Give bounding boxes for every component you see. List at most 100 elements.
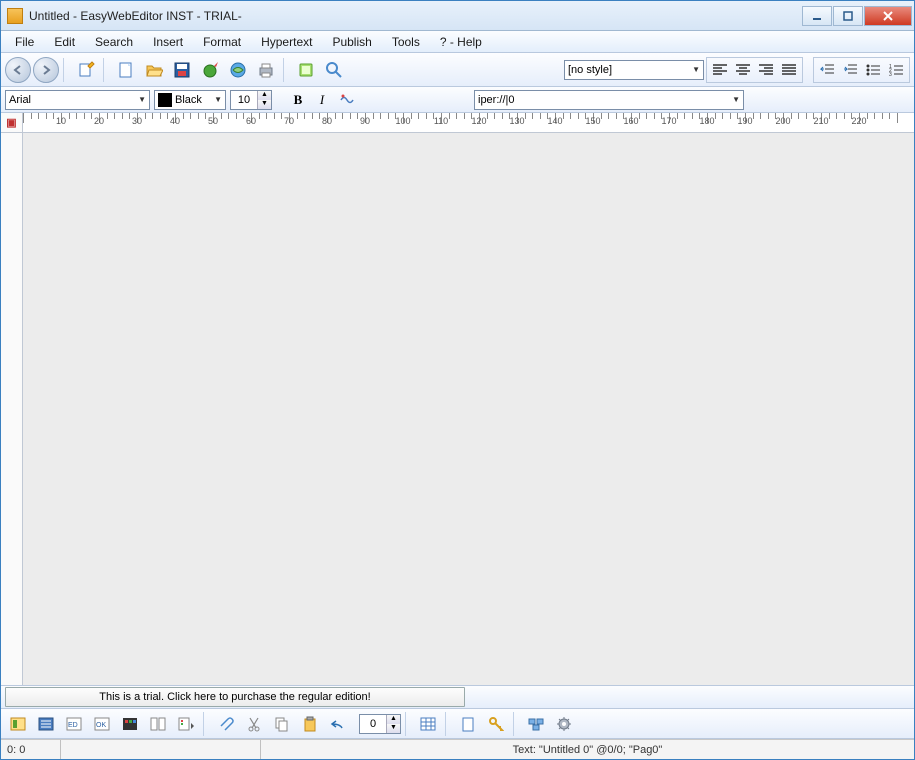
window-title: Untitled - EasyWebEditor INST - TRIAL- bbox=[29, 9, 801, 23]
menubar: File Edit Search Insert Format Hypertext… bbox=[1, 31, 914, 53]
minimize-button[interactable] bbox=[802, 6, 832, 26]
menu-help[interactable]: ? - Help bbox=[432, 33, 490, 51]
font-dropdown[interactable]: Arial ▼ bbox=[5, 90, 150, 110]
toolbar-bottom: ED OK ▲ ▼ bbox=[1, 709, 914, 739]
page-number-input[interactable] bbox=[360, 718, 386, 730]
font-color-dropdown[interactable]: Black ▼ bbox=[154, 90, 226, 110]
stepper-down[interactable]: ▼ bbox=[257, 100, 271, 109]
url-value: iper://|0 bbox=[478, 94, 515, 106]
publish-button[interactable] bbox=[197, 57, 223, 83]
preview-button[interactable] bbox=[225, 57, 251, 83]
close-button[interactable] bbox=[864, 6, 912, 26]
key-button[interactable] bbox=[483, 711, 509, 737]
italic-button[interactable]: I bbox=[312, 90, 332, 110]
font-value: Arial bbox=[9, 94, 31, 106]
table-button[interactable] bbox=[415, 711, 441, 737]
dropdown-arrow-icon: ▼ bbox=[692, 65, 700, 74]
open-button[interactable] bbox=[141, 57, 167, 83]
settings-button[interactable] bbox=[551, 711, 577, 737]
menu-tools[interactable]: Tools bbox=[384, 33, 428, 51]
separator bbox=[283, 58, 289, 82]
cut-button[interactable] bbox=[241, 711, 267, 737]
menu-file[interactable]: File bbox=[7, 33, 42, 51]
color-swatch bbox=[158, 93, 172, 107]
edit-page-button[interactable] bbox=[73, 57, 99, 83]
separator bbox=[63, 58, 69, 82]
view-page-button[interactable] bbox=[5, 711, 31, 737]
align-center-button[interactable] bbox=[732, 59, 754, 81]
ruler-toggle[interactable]: ▣ bbox=[1, 113, 23, 132]
menu-insert[interactable]: Insert bbox=[145, 33, 191, 51]
svg-text:3: 3 bbox=[889, 72, 892, 76]
style-value: [no style] bbox=[568, 64, 612, 76]
undo-button[interactable] bbox=[325, 711, 351, 737]
menu-hypertext[interactable]: Hypertext bbox=[253, 33, 320, 51]
copy-button[interactable] bbox=[269, 711, 295, 737]
indent-button[interactable] bbox=[839, 59, 861, 81]
effects-button[interactable] bbox=[336, 90, 356, 110]
separator bbox=[103, 58, 109, 82]
align-right-button[interactable] bbox=[755, 59, 777, 81]
view-list-button[interactable] bbox=[33, 711, 59, 737]
page-number-stepper[interactable]: ▲ ▼ bbox=[359, 714, 401, 734]
menu-publish[interactable]: Publish bbox=[324, 33, 379, 51]
toolbar-main: [no style] ▼ 123 bbox=[1, 53, 914, 87]
clip-button[interactable] bbox=[213, 711, 239, 737]
menu-edit[interactable]: Edit bbox=[46, 33, 83, 51]
maximize-button[interactable] bbox=[833, 6, 863, 26]
bold-button[interactable]: B bbox=[288, 90, 308, 110]
view-edit-button[interactable]: ED bbox=[61, 711, 87, 737]
align-justify-button[interactable] bbox=[778, 59, 800, 81]
number-list-button[interactable]: 123 bbox=[885, 59, 907, 81]
stepper-buttons: ▲ ▼ bbox=[386, 715, 400, 733]
stepper-up[interactable]: ▲ bbox=[386, 715, 400, 724]
forward-button[interactable] bbox=[33, 57, 59, 83]
trial-purchase-button[interactable]: This is a trial. Click here to purchase … bbox=[5, 687, 465, 707]
align-group bbox=[706, 57, 803, 83]
outdent-button[interactable] bbox=[816, 59, 838, 81]
separator bbox=[203, 712, 209, 736]
dropdown-arrow-icon: ▼ bbox=[732, 95, 740, 104]
app-window: Untitled - EasyWebEditor INST - TRIAL- F… bbox=[0, 0, 915, 760]
view-menu-button[interactable] bbox=[173, 711, 199, 737]
page-props-button[interactable] bbox=[455, 711, 481, 737]
new-button[interactable] bbox=[113, 57, 139, 83]
view-film-button[interactable] bbox=[117, 711, 143, 737]
indent-list-group: 123 bbox=[813, 57, 910, 83]
zoom-button[interactable] bbox=[321, 57, 347, 83]
bullet-list-button[interactable] bbox=[862, 59, 884, 81]
ruler-horizontal: ▣ 10203040506070809010011012013014015016… bbox=[1, 113, 914, 133]
font-size-input[interactable] bbox=[231, 94, 257, 106]
separator bbox=[405, 712, 411, 736]
stepper-up[interactable]: ▲ bbox=[257, 91, 271, 100]
menu-format[interactable]: Format bbox=[195, 33, 249, 51]
menu-search[interactable]: Search bbox=[87, 33, 141, 51]
svg-text:OK: OK bbox=[96, 722, 106, 729]
print-button[interactable] bbox=[253, 57, 279, 83]
separator bbox=[513, 712, 519, 736]
stepper-buttons: ▲ ▼ bbox=[257, 91, 271, 109]
status-position: 0: 0 bbox=[1, 740, 61, 759]
back-button[interactable] bbox=[5, 57, 31, 83]
separator bbox=[445, 712, 451, 736]
components-button[interactable] bbox=[523, 711, 549, 737]
document-canvas[interactable] bbox=[23, 133, 914, 685]
align-left-button[interactable] bbox=[709, 59, 731, 81]
view-split-button[interactable] bbox=[145, 711, 171, 737]
svg-text:ED: ED bbox=[68, 722, 78, 729]
ruler-scale[interactable]: 1020304050607080901001101201301401501601… bbox=[23, 113, 914, 132]
ruler-vertical[interactable] bbox=[1, 133, 23, 685]
trial-bar: This is a trial. Click here to purchase … bbox=[1, 685, 914, 709]
paste-button[interactable] bbox=[297, 711, 323, 737]
font-size-stepper[interactable]: ▲ ▼ bbox=[230, 90, 272, 110]
stepper-down[interactable]: ▼ bbox=[386, 724, 400, 733]
save-button[interactable] bbox=[169, 57, 195, 83]
url-dropdown[interactable]: iper://|0 ▼ bbox=[474, 90, 744, 110]
style-dropdown[interactable]: [no style] ▼ bbox=[564, 60, 704, 80]
book-button[interactable] bbox=[293, 57, 319, 83]
status-spacer bbox=[61, 740, 261, 759]
workarea bbox=[1, 133, 914, 685]
window-buttons bbox=[801, 6, 912, 26]
view-ok-button[interactable]: OK bbox=[89, 711, 115, 737]
titlebar: Untitled - EasyWebEditor INST - TRIAL- bbox=[1, 1, 914, 31]
